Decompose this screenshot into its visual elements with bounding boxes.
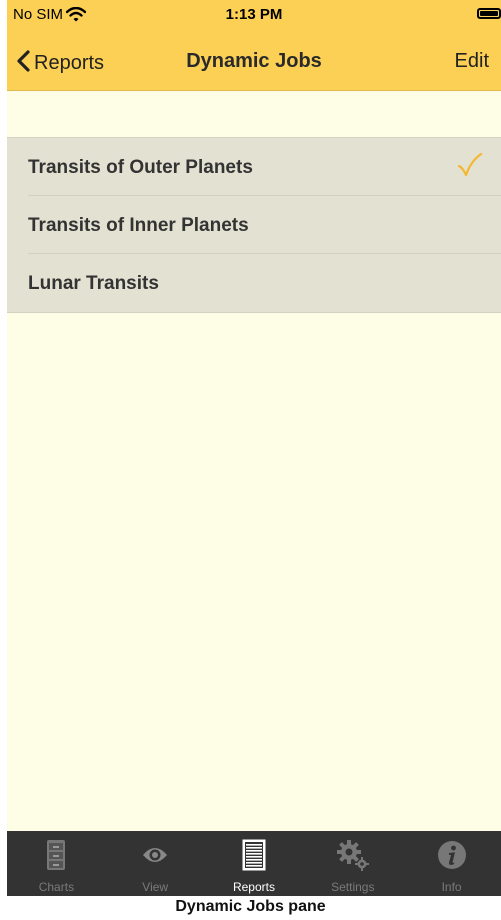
tab-info[interactable]: Info: [402, 831, 501, 896]
page-title: Dynamic Jobs: [186, 50, 322, 72]
tab-settings[interactable]: Settings: [303, 831, 402, 896]
tab-reports[interactable]: Reports: [205, 831, 304, 896]
eye-icon: [137, 839, 173, 871]
info-icon: [434, 839, 470, 871]
document-icon: [236, 839, 272, 871]
checkmark-icon: [457, 152, 483, 183]
tab-view[interactable]: View: [106, 831, 205, 896]
tab-charts[interactable]: Charts: [7, 831, 106, 896]
list-item[interactable]: Transits of Outer Planets: [7, 138, 501, 196]
tab-label: Settings: [331, 880, 375, 894]
tab-bar: Charts View Reports Settings Info: [7, 831, 501, 896]
list-item[interactable]: Lunar Transits: [7, 254, 501, 312]
phone-screen: No SIM 1:13 PM Reports Dynamic Jobs Edit…: [7, 0, 501, 896]
cabinet-icon: [38, 839, 74, 871]
tab-label: Reports: [232, 880, 275, 894]
tab-label: Charts: [38, 880, 75, 894]
list-item[interactable]: Transits of Inner Planets: [7, 196, 501, 254]
clock: 1:13 PM: [225, 6, 283, 23]
gears-icon: [335, 839, 371, 871]
list-item-label: Transits of Inner Planets: [28, 215, 249, 236]
list-item-label: Lunar Transits: [28, 273, 159, 294]
status-bar: No SIM 1:13 PM: [7, 0, 501, 36]
jobs-list: Transits of Outer Planets Transits of In…: [7, 137, 501, 313]
tab-label: Info: [441, 880, 462, 894]
list-item-label: Transits of Outer Planets: [28, 157, 253, 178]
edit-button[interactable]: Edit: [455, 50, 489, 73]
tab-label: View: [142, 880, 169, 894]
battery-icon: [477, 8, 501, 19]
figure-caption: Dynamic Jobs pane: [175, 898, 326, 915]
navigation-bar: Reports Dynamic Jobs Edit: [7, 36, 501, 91]
